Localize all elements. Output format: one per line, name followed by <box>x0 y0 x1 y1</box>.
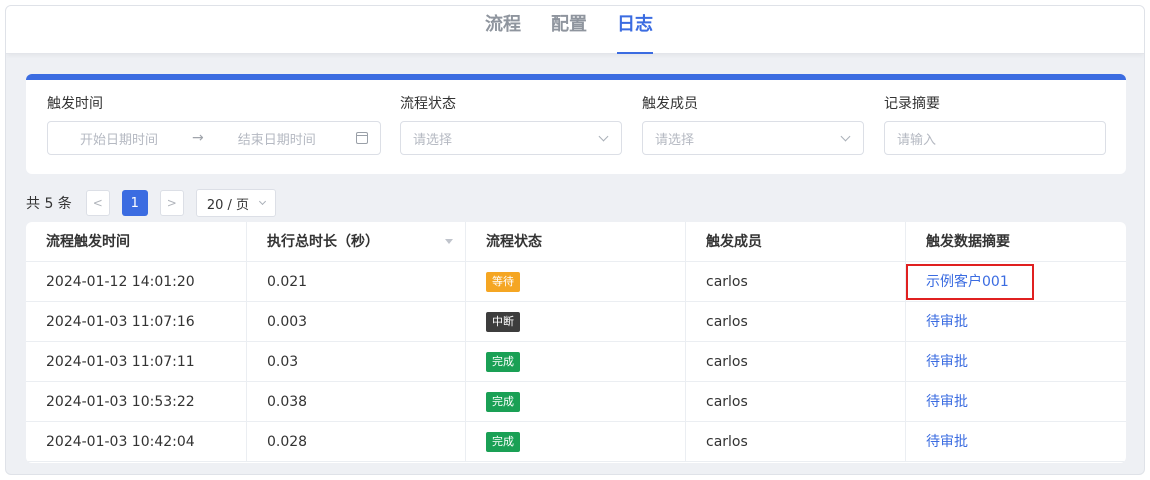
cell-trigger-time: 2024-01-03 11:07:11 <box>46 354 195 370</box>
status-badge: 完成 <box>486 392 520 412</box>
cell-member: carlos <box>685 302 905 342</box>
cell-member: carlos <box>685 262 905 302</box>
record-summary-field: 记录摘要 请输入 <box>884 94 1106 155</box>
table-header: 流程触发时间 执行总时长（秒） 流程状态 触发成员 触发数据摘要 <box>26 222 1126 262</box>
col-duration[interactable]: 执行总时长（秒） <box>246 222 465 262</box>
tab-config[interactable]: 配置 <box>551 10 587 54</box>
table-row: 2024-01-03 10:42:04 0.028 完成 carlos 待审批 <box>26 422 1126 462</box>
table-row: 2024-01-03 11:07:16 0.003 中断 carlos 待审批 <box>26 302 1126 342</box>
table-row: 2024-01-03 10:53:22 0.038 完成 carlos 待审批 <box>26 382 1126 422</box>
cell-trigger-time: 2024-01-03 10:53:22 <box>46 394 195 410</box>
cell-duration: 0.021 <box>246 262 465 302</box>
total-count: 共 5 条 <box>26 196 72 212</box>
calendar-icon <box>356 132 368 144</box>
col-summary: 触发数据摘要 <box>905 222 1126 262</box>
cell-member: carlos <box>685 342 905 382</box>
tab-log[interactable]: 日志 <box>617 10 653 54</box>
page-size-select[interactable]: 20 / 页 <box>195 189 276 217</box>
cell-status: 完成 <box>465 342 685 382</box>
flow-status-label: 流程状态 <box>400 96 456 112</box>
highlight-box <box>906 264 1034 300</box>
cell-member: carlos <box>685 382 905 422</box>
col-member: 触发成员 <box>685 222 905 262</box>
cell-summary: 待审批 <box>905 382 1126 422</box>
cell-status: 等待 <box>465 262 685 302</box>
cell-status: 中断 <box>465 302 685 342</box>
status-badge: 完成 <box>486 352 520 372</box>
chevron-down-icon <box>598 131 609 142</box>
status-badge: 等待 <box>486 272 520 292</box>
table-row: 2024-01-03 11:07:11 0.03 完成 carlos 待审批 <box>26 342 1126 382</box>
col-duration-label: 执行总时长（秒） <box>267 234 379 250</box>
tab-bar: 流程 配置 日志 <box>485 10 683 54</box>
record-summary-input[interactable]: 请输入 <box>884 121 1106 155</box>
record-summary-placeholder: 请输入 <box>897 132 937 148</box>
trigger-time-field: 触发时间 开始日期时间 → 结束日期时间 <box>47 94 381 155</box>
trigger-member-field: 触发成员 请选择 <box>642 94 864 155</box>
cell-duration: 0.038 <box>246 382 465 422</box>
cell-member: carlos <box>685 422 905 462</box>
flow-status-select[interactable]: 请选择 <box>400 121 622 155</box>
cell-status: 完成 <box>465 382 685 422</box>
summary-link[interactable]: 待审批 <box>926 354 968 370</box>
col-trigger-time: 流程触发时间 <box>46 234 130 250</box>
summary-link[interactable]: 待审批 <box>926 314 968 330</box>
cell-trigger-time: 2024-01-12 14:01:20 <box>46 274 195 290</box>
trigger-member-select[interactable]: 请选择 <box>642 121 864 155</box>
cell-status: 完成 <box>465 422 685 462</box>
cell-summary: 待审批 <box>905 302 1126 342</box>
trigger-member-label: 触发成员 <box>642 96 698 112</box>
summary-link[interactable]: 待审批 <box>926 434 968 450</box>
cell-trigger-time: 2024-01-03 10:42:04 <box>46 434 195 450</box>
log-table: 流程触发时间 执行总时长（秒） 流程状态 触发成员 触发数据摘要 2024-01… <box>26 222 1126 463</box>
cell-duration: 0.03 <box>246 342 465 382</box>
range-arrow-icon: → <box>192 130 204 146</box>
chevron-down-icon <box>840 131 851 142</box>
top-bar: 流程 配置 日志 <box>6 6 1144 54</box>
date-range-picker[interactable]: 开始日期时间 → 结束日期时间 <box>47 121 381 155</box>
page-1-button[interactable]: 1 <box>121 190 148 216</box>
app-window: 流程 配置 日志 触发时间 开始日期时间 → 结束日期时间 流程状态 请选择 触… <box>5 5 1145 475</box>
cell-summary: 待审批 <box>905 342 1126 382</box>
next-page-button[interactable]: > <box>159 190 184 216</box>
status-badge: 中断 <box>486 312 520 332</box>
end-datetime-input[interactable]: 结束日期时间 <box>238 129 316 148</box>
cell-duration: 0.003 <box>246 302 465 342</box>
filter-panel: 触发时间 开始日期时间 → 结束日期时间 流程状态 请选择 触发成员 请选择 记… <box>26 74 1126 174</box>
start-datetime-input[interactable]: 开始日期时间 <box>80 129 158 148</box>
sort-icon[interactable] <box>445 239 453 244</box>
chevron-down-icon <box>258 197 266 206</box>
cell-trigger-time: 2024-01-03 11:07:16 <box>46 314 195 330</box>
pagination: 共 5 条 < 1 > 20 / 页 <box>26 189 276 217</box>
tab-flow[interactable]: 流程 <box>485 10 521 54</box>
page-size-value: 20 / 页 <box>206 197 249 213</box>
record-summary-label: 记录摘要 <box>884 96 940 112</box>
trigger-time-label: 触发时间 <box>47 96 103 112</box>
cell-duration: 0.028 <box>246 422 465 462</box>
cell-summary: 待审批 <box>905 422 1126 462</box>
prev-page-button[interactable]: < <box>85 190 110 216</box>
flow-status-placeholder: 请选择 <box>413 132 453 148</box>
trigger-member-placeholder: 请选择 <box>655 132 695 148</box>
table-row: 2024-01-12 14:01:20 0.021 等待 carlos 示例客户001 <box>26 262 1126 302</box>
flow-status-field: 流程状态 请选择 <box>400 94 622 155</box>
col-status: 流程状态 <box>465 222 685 262</box>
summary-link[interactable]: 待审批 <box>926 394 968 410</box>
status-badge: 完成 <box>486 432 520 452</box>
